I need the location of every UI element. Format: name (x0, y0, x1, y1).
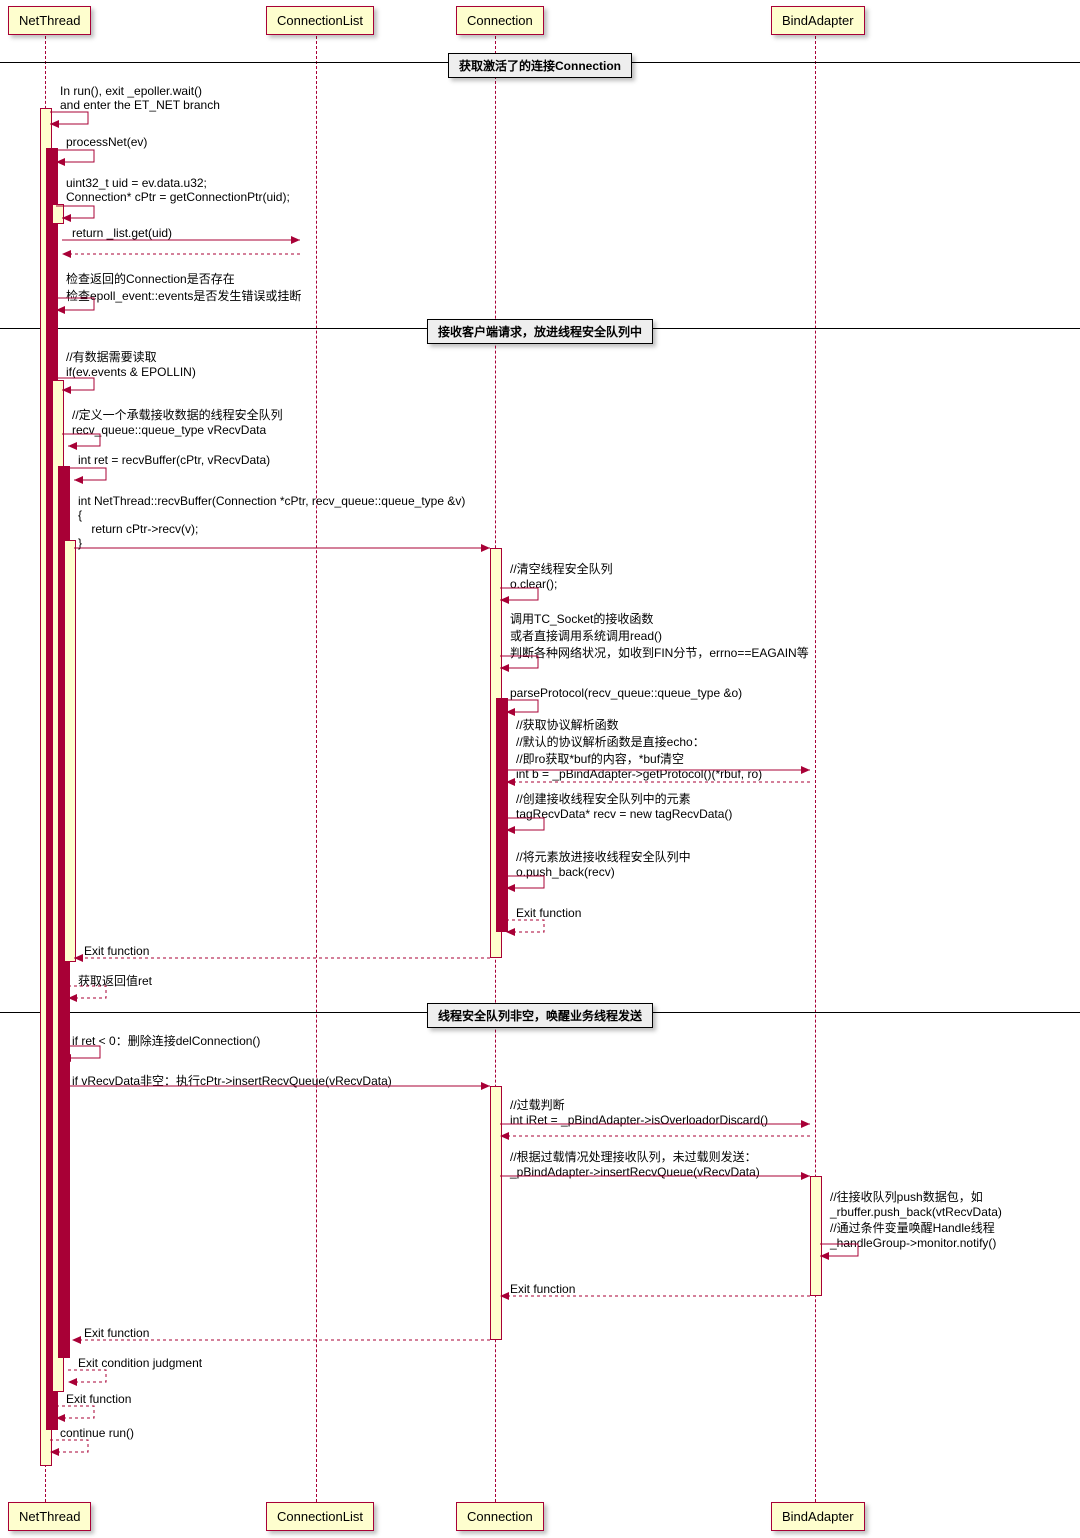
lifeline-connectionlist (316, 36, 317, 1502)
msg-vrecvdata: //定义一个承载接收数据的线程安全队列 recv_queue::queue_ty… (72, 406, 283, 437)
participant-netthread-top: NetThread (8, 6, 91, 35)
msg-pushback: //将元素放进接收线程安全队列中 o.push_back(recv) (516, 848, 691, 879)
msg-recvbuffer-body: int NetThread::recvBuffer(Connection *cP… (78, 494, 465, 550)
act-ba-1 (810, 1176, 822, 1296)
msg-processnet: processNet(ev) (66, 135, 147, 149)
msg-recvbuffer: int ret = recvBuffer(cPtr, vRecvData) (78, 453, 270, 467)
act-nt-3 (52, 204, 64, 224)
act-nt-6 (64, 540, 76, 962)
msg-epollin: //有数据需要读取 if(ev.events & EPOLLIN) (66, 348, 196, 379)
msg-oclear: //清空线程安全队列 o.clear(); (510, 560, 613, 591)
participant-netthread-bot: NetThread (8, 1502, 91, 1531)
divider-3: 线程安全队列非空，唤醒业务线程发送 (427, 1003, 653, 1028)
msg-continue-run: continue run() (60, 1426, 134, 1440)
msg-run-epoller: In run(), exit _epoller.wait() and enter… (60, 84, 220, 112)
divider-2: 接收客户端请求，放进线程安全队列中 (427, 319, 653, 344)
act-cn-3 (490, 1086, 502, 1340)
msg-insertrecvqueue2: //根据过载情况处理接收队列，未过载则发送： _pBindAdapter->in… (510, 1148, 760, 1179)
msg-parseprotocol: parseProtocol(recv_queue::queue_type &o) (510, 686, 742, 700)
msg-exit-recv: Exit function (84, 944, 149, 958)
participant-connectionlist-bot: ConnectionList (266, 1502, 374, 1531)
sequence-diagram: NetThread ConnectionList Connection Bind… (0, 0, 1080, 1538)
msg-delconn: if ret < 0：删除连接delConnection() (72, 1032, 260, 1049)
msg-overload: //过载判断 int iRet = _pBindAdapter->isOverl… (510, 1096, 768, 1127)
msg-get-ret: 获取返回值ret (78, 972, 152, 989)
participant-bindadapter-top: BindAdapter (771, 6, 865, 35)
msg-tagrecvdata: //创建接收线程安全队列中的元素 tagRecvData* recv = new… (516, 790, 732, 821)
msg-tcsocket: 调用TC_Socket的接收函数 或者直接调用系统调用read() 判断各种网络… (510, 610, 809, 661)
act-cn-2 (496, 698, 508, 932)
msg-exit-processnet: Exit function (66, 1392, 131, 1406)
participant-bindadapter-bot: BindAdapter (771, 1502, 865, 1531)
msg-insertrecvqueue: if vRecvData非空：执行cPtr->insertRecvQueue(v… (72, 1072, 392, 1089)
msg-exit-parse: Exit function (516, 906, 581, 920)
msg-rbuffer: //往接收队列push数据包，如 _rbuffer.push_back(vtRe… (830, 1188, 1002, 1250)
divider-1: 获取激活了的连接Connection (448, 53, 632, 78)
msg-exit-insert: Exit function (84, 1326, 149, 1340)
participant-connection-top: Connection (456, 6, 544, 35)
msg-check-conn: 检查返回的Connection是否存在 检查epoll_event::event… (66, 270, 301, 304)
participant-connection-bot: Connection (456, 1502, 544, 1531)
msg-exit-ba: Exit function (510, 1282, 575, 1296)
participant-connectionlist-top: ConnectionList (266, 6, 374, 35)
msg-getprotocol: //获取协议解析函数 //默认的协议解析函数是直接echo： //即ro获取*b… (516, 716, 762, 781)
msg-uid: uint32_t uid = ev.data.u32; Connection* … (66, 176, 290, 204)
msg-exit-cond: Exit condition judgment (78, 1356, 202, 1370)
msg-list-get: return _list.get(uid) (72, 226, 172, 240)
